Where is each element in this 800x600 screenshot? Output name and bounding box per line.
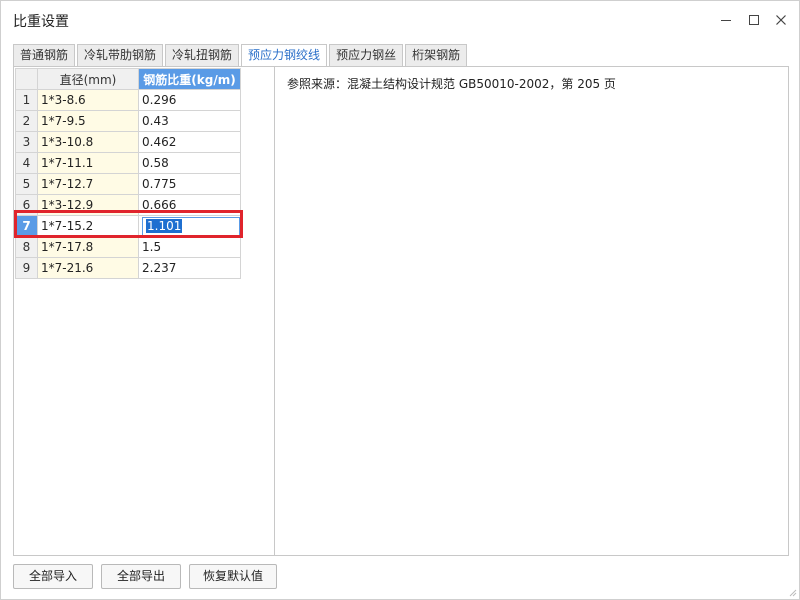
diameter-cell[interactable]: 1*7-17.8 (37, 236, 139, 258)
reference-source-text: 参照来源：混凝土结构设计规范 GB50010-2002，第 205 页 (287, 77, 616, 91)
table-row[interactable]: 4 1*7-11.1 0.58 (15, 152, 241, 174)
tab-cold-rolled-twisted[interactable]: 冷轧扭钢筋 (165, 44, 240, 66)
dialog-title: 比重设置 (13, 14, 69, 30)
weight-cell[interactable]: 0.43 (138, 110, 241, 132)
selected-text: 1.101 (146, 218, 183, 233)
table-row[interactable]: 2 1*7-9.5 0.43 (15, 110, 241, 132)
maximize-button[interactable] (743, 9, 765, 31)
table-row[interactable]: 3 1*3-10.8 0.462 (15, 131, 241, 153)
row-number[interactable]: 7 (15, 215, 38, 237)
minimize-icon (721, 20, 731, 21)
diameter-cell[interactable]: 1*7-15.2 (37, 215, 139, 237)
diameter-cell[interactable]: 1*7-9.5 (37, 110, 139, 132)
tab-prestressed-wire[interactable]: 预应力钢丝 (329, 44, 404, 66)
table-row[interactable]: 1 1*3-8.6 0.296 (15, 89, 241, 111)
select-all-corner[interactable] (15, 68, 38, 90)
row-number[interactable]: 5 (15, 173, 38, 195)
row-number[interactable]: 3 (15, 131, 38, 153)
table-row[interactable]: 5 1*7-12.7 0.775 (15, 173, 241, 195)
dialog-window: 比重设置 普通钢筋 冷轧带肋钢筋 冷轧扭钢筋 预应力钢绞线 预应力钢丝 桁架钢筋… (0, 0, 800, 600)
diameter-cell[interactable]: 1*7-11.1 (37, 152, 139, 174)
weight-cell[interactable]: 0.58 (138, 152, 241, 174)
diameter-cell[interactable]: 1*3-12.9 (37, 194, 139, 216)
diameter-cell[interactable]: 1*3-8.6 (37, 89, 139, 111)
table-row[interactable]: 7 1*7-15.2 1.101 (15, 215, 241, 237)
table-header-row: 直径(mm) 钢筋比重(kg/m) (15, 68, 241, 90)
table-body: 1 1*3-8.6 0.296 2 1*7-9.5 0.43 3 1*3-10.8 0.462 4… (15, 89, 241, 279)
table-row[interactable]: 8 1*7-17.8 1.5 (15, 236, 241, 258)
weight-cell[interactable]: 0.775 (138, 173, 241, 195)
weight-cell[interactable]: 1.5 (138, 236, 241, 258)
weight-cell[interactable]: 0.296 (138, 89, 241, 111)
import-all-button[interactable]: 全部导入 (13, 564, 93, 589)
restore-default-button[interactable]: 恢复默认值 (189, 564, 277, 589)
weight-cell[interactable]: 0.666 (138, 194, 241, 216)
minimize-button[interactable] (715, 9, 737, 31)
diameter-cell[interactable]: 1*3-10.8 (37, 131, 139, 153)
row-number[interactable]: 9 (15, 257, 38, 279)
row-number[interactable]: 6 (15, 194, 38, 216)
row-number[interactable]: 1 (15, 89, 38, 111)
maximize-icon (749, 15, 759, 25)
row-number[interactable]: 2 (15, 110, 38, 132)
tab-prestressed-strand[interactable]: 预应力钢绞线 (241, 44, 328, 67)
weight-cell-editing[interactable]: 1.101 (138, 215, 241, 237)
weight-cell[interactable]: 0.462 (138, 131, 241, 153)
footer-buttons: 全部导入 全部导出 恢复默认值 (13, 564, 285, 589)
weight-table: 直径(mm) 钢筋比重(kg/m) 1 1*3-8.6 0.296 2 1*7-9.5 0… (15, 68, 241, 279)
column-header-diameter[interactable]: 直径(mm) (37, 68, 139, 90)
resize-grip-icon[interactable] (787, 587, 797, 597)
weight-edit-input[interactable]: 1.101 (142, 216, 240, 236)
tab-content-panel: 直径(mm) 钢筋比重(kg/m) 1 1*3-8.6 0.296 2 1*7-9.5 0… (13, 66, 789, 556)
title-bar[interactable]: 比重设置 (1, 1, 799, 39)
tab-plain-rebar[interactable]: 普通钢筋 (13, 44, 76, 66)
export-all-button[interactable]: 全部导出 (101, 564, 181, 589)
table-row[interactable]: 6 1*3-12.9 0.666 (15, 194, 241, 216)
tab-bar: 普通钢筋 冷轧带肋钢筋 冷轧扭钢筋 预应力钢绞线 预应力钢丝 桁架钢筋 (13, 44, 469, 67)
table-row[interactable]: 9 1*7-21.6 2.237 (15, 257, 241, 279)
column-header-weight[interactable]: 钢筋比重(kg/m) (138, 68, 241, 90)
tab-cold-rolled-ribbed[interactable]: 冷轧带肋钢筋 (77, 44, 164, 66)
close-icon (776, 15, 786, 25)
grid-area: 直径(mm) 钢筋比重(kg/m) 1 1*3-8.6 0.296 2 1*7-9.5 0… (14, 67, 275, 555)
weight-cell[interactable]: 2.237 (138, 257, 241, 279)
diameter-cell[interactable]: 1*7-12.7 (37, 173, 139, 195)
row-number[interactable]: 8 (15, 236, 38, 258)
diameter-cell[interactable]: 1*7-21.6 (37, 257, 139, 279)
row-number[interactable]: 4 (15, 152, 38, 174)
tab-truss-rebar[interactable]: 桁架钢筋 (405, 44, 468, 66)
close-button[interactable] (770, 9, 792, 31)
